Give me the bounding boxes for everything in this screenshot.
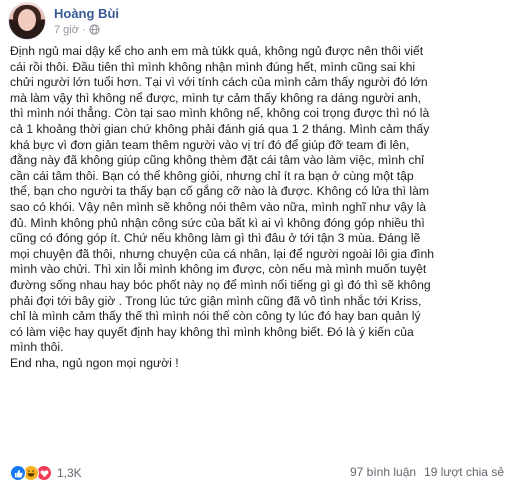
meta-separator: · bbox=[81, 23, 86, 36]
globe-icon[interactable] bbox=[88, 24, 100, 35]
share-count[interactable]: 19 lượt chia sẻ bbox=[424, 465, 504, 479]
post-stats: 97 bình luận 19 lượt chia sẻ bbox=[350, 465, 504, 479]
avatar-face bbox=[18, 9, 36, 31]
author-name[interactable]: Hoàng Bùi bbox=[54, 6, 119, 22]
author-block: Hoàng Bùi 7 giờ · bbox=[54, 6, 119, 37]
avatar[interactable] bbox=[8, 2, 46, 40]
post-header: Hoàng Bùi 7 giờ · bbox=[8, 2, 119, 40]
like-icon bbox=[10, 465, 26, 481]
post-text: Định ngủ mai dậy kể cho anh em mà túkk q… bbox=[10, 44, 435, 370]
reaction-summary[interactable]: 1,3K bbox=[10, 465, 82, 481]
comment-count[interactable]: 97 bình luận bbox=[350, 465, 416, 479]
facebook-post: Hoàng Bùi 7 giờ · Định ngủ mai dậy kể ch… bbox=[0, 0, 512, 496]
reaction-count: 1,3K bbox=[57, 466, 82, 480]
post-meta: 7 giờ · bbox=[54, 23, 119, 37]
post-time[interactable]: 7 giờ bbox=[54, 23, 79, 37]
